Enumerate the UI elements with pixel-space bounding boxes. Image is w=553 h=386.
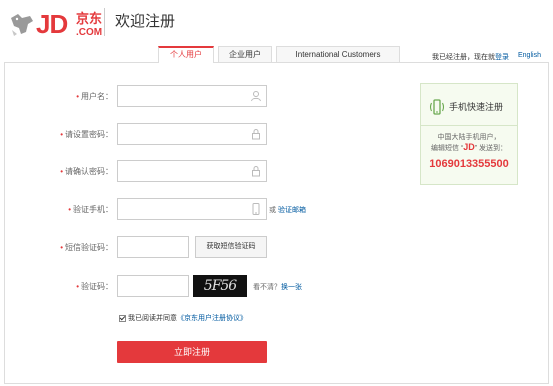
verify-email-option: 或 验证邮箱 (269, 205, 306, 215)
phone-row: • 验证手机： 或 验证邮箱 (5, 198, 405, 222)
password-label: • 请设置密码： (60, 129, 113, 140)
english-link[interactable]: English (518, 52, 541, 59)
header-divider (104, 8, 105, 36)
confirm-password-row: • 请确认密码： (5, 160, 405, 184)
tab-enterprise-user[interactable]: 企业用户 (218, 46, 272, 63)
jd-logo[interactable]: JD 京东 .COM (8, 6, 104, 42)
username-row: • 用户名： (5, 85, 405, 109)
sms-code-input[interactable] (117, 236, 189, 258)
or-text: 或 (269, 207, 276, 214)
promo-jd-keyword: JD (463, 142, 475, 152)
verify-email-link[interactable]: 验证邮箱 (278, 207, 306, 214)
tab-international-customers[interactable]: International Customers (276, 46, 400, 63)
captcha-label: • 验证码： (76, 281, 113, 292)
required-mark: • (60, 130, 63, 139)
captcha-unclear-text: 看不清？ (253, 284, 281, 291)
captcha-label-text: 验证码： (81, 282, 113, 291)
required-mark: • (60, 167, 63, 176)
agreement-text: 我已阅读并同意 (128, 315, 177, 322)
username-label-text: 用户名： (81, 92, 113, 101)
promo-line2-suffix: ” 发送到： (474, 145, 508, 152)
phone-label-text: 验证手机： (73, 205, 113, 214)
username-input[interactable] (117, 85, 267, 107)
logo-com-text: .COM (76, 27, 103, 38)
confirm-password-label-text: 请确认密码： (65, 167, 113, 176)
agreement-link[interactable]: 《京东用户注册协议》 (177, 315, 247, 322)
top-right-links: 我已经注册，现在就登录 English (432, 52, 541, 62)
sms-code-row: • 短信验证码： 获取短信验证码 (5, 236, 405, 260)
agreement-row: 我已阅读并同意《京东用户注册协议》 (119, 313, 247, 323)
page-header: JD 京东 .COM 欢迎注册 (0, 0, 553, 46)
sms-code-label-text: 短信验证码： (65, 243, 113, 252)
register-now-button[interactable]: 立即注册 (117, 341, 267, 363)
captcha-row: • 验证码： 5F56 看不清？换一张 (5, 275, 405, 299)
mobile-signal-icon (429, 99, 445, 115)
required-mark: • (76, 92, 79, 101)
get-sms-code-button[interactable]: 获取短信验证码 (195, 236, 267, 258)
page-title: 欢迎注册 (115, 13, 176, 30)
password-label-text: 请设置密码： (65, 130, 113, 139)
promo-title: 手机快速注册 (449, 102, 504, 112)
username-label: • 用户名： (76, 91, 113, 102)
mobile-phone-icon (252, 203, 260, 215)
captcha-help: 看不清？换一张 (253, 282, 302, 292)
tab-personal-user[interactable]: 个人用户 (158, 46, 214, 63)
phone-input[interactable] (117, 198, 267, 220)
logo-jd-text: JD (36, 9, 68, 39)
lock-icon (252, 166, 260, 177)
sms-code-label: • 短信验证码： (60, 242, 113, 253)
password-row: • 请设置密码： (5, 123, 405, 147)
captcha-input[interactable] (117, 275, 189, 297)
phone-label: • 验证手机： (68, 204, 113, 215)
register-panel: • 用户名： • 请设置密码： • 请确认密码： • 验证手机： 或 验证邮箱 … (4, 62, 549, 384)
promo-header: 手机快速注册 (421, 84, 517, 126)
logo-cn-text: 京东 (76, 11, 103, 26)
lock-icon (252, 129, 260, 140)
captcha-refresh-link[interactable]: 换一张 (281, 284, 302, 291)
confirm-password-label: • 请确认密码： (60, 166, 113, 177)
captcha-image[interactable]: 5F56 (193, 275, 247, 297)
promo-line2-prefix: 编辑短信 “ (430, 145, 464, 152)
confirm-password-input[interactable] (117, 160, 267, 182)
user-icon (251, 91, 261, 102)
login-link[interactable]: 登录 (495, 54, 509, 61)
promo-line2: 编辑短信 “JD” 发送到： (421, 142, 517, 153)
required-mark: • (60, 243, 63, 252)
required-mark: • (68, 205, 71, 214)
required-mark: • (76, 282, 79, 291)
password-input[interactable] (117, 123, 267, 145)
mobile-quick-register-promo: 手机快速注册 中国大陆手机用户， 编辑短信 “JD” 发送到： 10690133… (420, 83, 518, 185)
promo-line1: 中国大陆手机用户， (437, 134, 501, 141)
agreement-checkbox[interactable] (119, 314, 126, 322)
login-prompt: 我已经注册，现在就 (432, 54, 495, 61)
promo-sms-number: 1069013355500 (429, 158, 509, 170)
jd-dog-logo-icon (11, 14, 33, 36)
